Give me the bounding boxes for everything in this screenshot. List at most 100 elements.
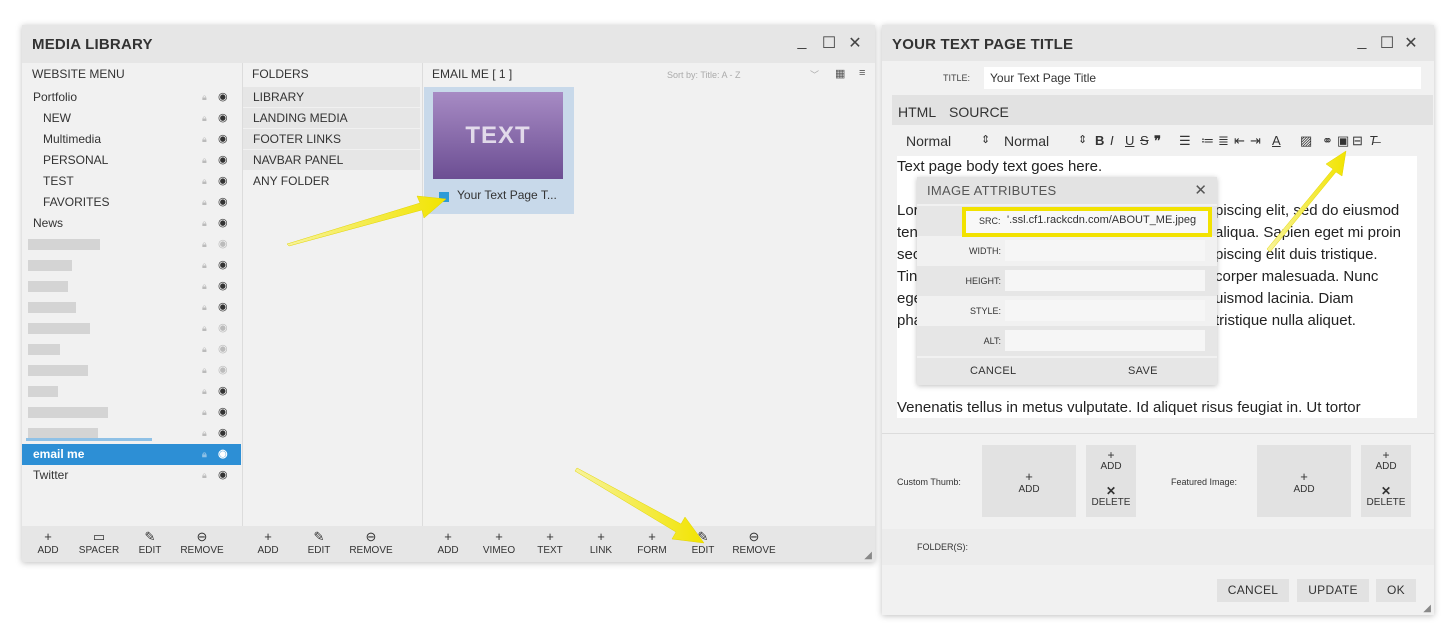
menu-item-portfolio[interactable]: Portfolio 🔒︎ ◉ — [22, 87, 241, 108]
quote-icon[interactable]: ❞ — [1154, 133, 1161, 149]
eye-icon[interactable]: ◉ — [218, 150, 228, 171]
lock-icon[interactable]: 🔒︎ — [202, 444, 207, 465]
item-text-button[interactable]: + TEXT — [525, 530, 575, 557]
eye-icon[interactable]: ◉ — [218, 339, 228, 360]
folder-item-any-folder[interactable]: ANY FOLDER — [243, 171, 420, 191]
menu-item-favorites[interactable]: FAVORITES 🔒︎ ◉ — [22, 192, 241, 213]
font-color-icon[interactable]: A — [1272, 133, 1281, 148]
eye-icon[interactable]: ◉ — [218, 318, 228, 339]
eye-icon[interactable]: ◉ — [218, 444, 228, 465]
menu-item-new[interactable]: NEW 🔒︎ ◉ — [22, 108, 241, 129]
height-input[interactable] — [1005, 270, 1205, 291]
text-page-titlebar[interactable]: YOUR TEXT PAGE TITLE _ ☐ ✕ — [882, 25, 1434, 61]
menu-add-button[interactable]: + ADD — [23, 530, 73, 557]
lock-icon[interactable]: 🔒︎ — [202, 318, 207, 339]
clear-format-icon[interactable]: T̶ — [1369, 133, 1377, 148]
dialog-save-button[interactable]: SAVE — [1128, 365, 1158, 377]
close-icon[interactable]: ✕ — [1401, 33, 1421, 53]
src-input[interactable]: '.ssl.cf1.rackcdn.com/ABOUT_ME.jpeg — [1007, 214, 1196, 226]
menu-spacer-button[interactable]: ▭ SPACER — [74, 530, 124, 557]
eye-icon[interactable]: ◉ — [218, 171, 228, 192]
eye-icon[interactable]: ◉ — [218, 360, 228, 381]
eye-icon[interactable]: ◉ — [218, 108, 228, 129]
resize-handle-icon[interactable]: ◢ — [864, 550, 872, 561]
item-link-button[interactable]: + LINK — [576, 530, 626, 557]
lock-icon[interactable]: 🔒︎ — [202, 234, 207, 255]
bullet-list-icon[interactable]: ≣ — [1218, 133, 1229, 149]
featured-image-add-button[interactable]: + ADD — [1257, 445, 1351, 517]
menu-item-redacted[interactable]: 🔒︎ ◉ — [22, 402, 241, 423]
menu-item-redacted[interactable]: 🔒︎ ◉ — [22, 339, 241, 360]
item-edit-button[interactable]: ✎ EDIT — [678, 530, 728, 557]
sort-by-select[interactable]: Sort by: Title: A - Z — [667, 70, 741, 80]
folder-edit-button[interactable]: ✎ EDIT — [294, 530, 344, 557]
menu-item-twitter[interactable]: Twitter 🔒︎ ◉ — [22, 465, 241, 486]
lock-icon[interactable]: 🔒︎ — [202, 108, 207, 129]
ok-button[interactable]: OK — [1376, 579, 1416, 602]
lock-icon[interactable]: 🔒︎ — [202, 150, 207, 171]
eye-icon[interactable]: ◉ — [218, 423, 228, 444]
menu-item-news[interactable]: News 🔒︎ ◉ — [22, 213, 241, 234]
tab-html[interactable]: HTML — [898, 104, 936, 120]
menu-item-personal[interactable]: PERSONAL 🔒︎ ◉ — [22, 150, 241, 171]
lock-icon[interactable]: 🔒︎ — [202, 297, 207, 318]
folder-item-navbar-panel[interactable]: NAVBAR PANEL — [243, 150, 420, 170]
strikethrough-icon[interactable]: S — [1140, 133, 1149, 148]
close-icon[interactable]: ✕ — [845, 33, 865, 53]
chevron-down-icon[interactable]: ﹀ — [810, 68, 819, 81]
menu-item-redacted[interactable]: 🔒︎ ◉ — [22, 276, 241, 297]
format-select[interactable]: Normal — [906, 133, 951, 149]
media-item-card[interactable]: TEXT Your Text Page T... — [424, 87, 574, 214]
custom-thumb-add-button[interactable]: + ADD — [982, 445, 1076, 517]
menu-item-redacted[interactable]: 🔒︎ ◉ — [22, 360, 241, 381]
eye-icon[interactable]: ◉ — [218, 465, 228, 486]
eye-icon[interactable]: ◉ — [218, 255, 228, 276]
item-add-button[interactable]: + ADD — [423, 530, 473, 557]
alt-input[interactable] — [1005, 330, 1205, 351]
lock-icon[interactable]: 🔒︎ — [202, 192, 207, 213]
maximize-icon[interactable]: ☐ — [819, 33, 839, 53]
eye-icon[interactable]: ◉ — [218, 213, 228, 234]
custom-thumb-add-small-button[interactable]: + ADD — [1086, 449, 1136, 472]
background-color-icon[interactable]: ▨ — [1300, 133, 1312, 149]
list-view-icon[interactable]: ≡ — [859, 67, 865, 79]
menu-item-redacted[interactable]: 🔒︎ ◉ — [22, 255, 241, 276]
maximize-icon[interactable]: ☐ — [1377, 33, 1397, 53]
selection-checkbox[interactable] — [439, 192, 449, 202]
indent-icon[interactable]: ⇥ — [1250, 133, 1261, 149]
cancel-button[interactable]: CANCEL — [1217, 579, 1289, 602]
underline-icon[interactable]: U — [1125, 133, 1134, 148]
item-vimeo-button[interactable]: + VIMEO — [474, 530, 524, 557]
link-icon[interactable]: ⚭ — [1322, 133, 1333, 149]
lock-icon[interactable]: 🔒︎ — [202, 402, 207, 423]
size-select[interactable]: Normal — [1004, 133, 1049, 149]
video-icon[interactable]: ⊟ — [1352, 133, 1363, 149]
outdent-icon[interactable]: ⇤ — [1234, 133, 1245, 149]
menu-item-test[interactable]: TEST 🔒︎ ◉ — [22, 171, 241, 192]
eye-icon[interactable]: ◉ — [218, 402, 228, 423]
chevron-updown-icon[interactable]: ⇕ — [1078, 133, 1087, 146]
lock-icon[interactable]: 🔒︎ — [202, 465, 207, 486]
media-library-titlebar[interactable]: MEDIA LIBRARY _ ☐ ✕ — [22, 25, 875, 63]
lock-icon[interactable]: 🔒︎ — [202, 423, 207, 444]
lock-icon[interactable]: 🔒︎ — [202, 129, 207, 150]
item-form-button[interactable]: + FORM — [627, 530, 677, 557]
width-input[interactable] — [1005, 240, 1205, 261]
folder-add-button[interactable]: + ADD — [243, 530, 293, 557]
style-input[interactable] — [1005, 300, 1205, 321]
close-icon[interactable]: ✕ — [1194, 181, 1207, 199]
dialog-cancel-button[interactable]: CANCEL — [970, 365, 1016, 377]
menu-item-redacted[interactable]: 🔒︎ ◉ — [22, 234, 241, 255]
lock-icon[interactable]: 🔒︎ — [202, 276, 207, 297]
item-remove-button[interactable]: ⊖ REMOVE — [729, 530, 779, 557]
eye-icon[interactable]: ◉ — [218, 192, 228, 213]
menu-item-multimedia[interactable]: Multimedia 🔒︎ ◉ — [22, 129, 241, 150]
menu-edit-button[interactable]: ✎ EDIT — [125, 530, 175, 557]
resize-handle-icon[interactable]: ◢ — [1423, 603, 1431, 614]
eye-icon[interactable]: ◉ — [218, 234, 228, 255]
folder-item-landing-media[interactable]: LANDING MEDIA — [243, 108, 420, 128]
italic-icon[interactable]: I — [1110, 133, 1114, 148]
eye-icon[interactable]: ◉ — [218, 381, 228, 402]
menu-remove-button[interactable]: ⊖ REMOVE — [177, 530, 227, 557]
lock-icon[interactable]: 🔒︎ — [202, 171, 207, 192]
